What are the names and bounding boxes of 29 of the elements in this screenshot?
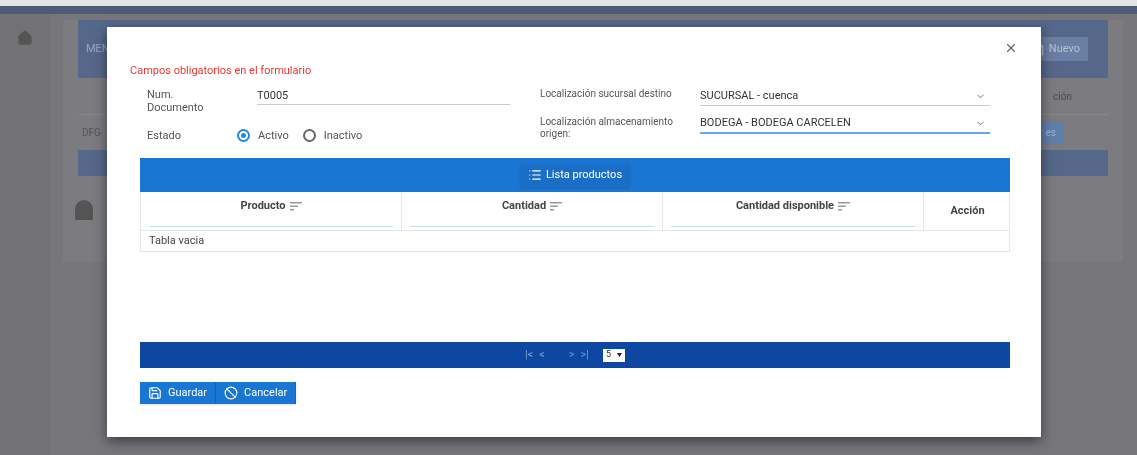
close-icon[interactable] <box>1004 41 1018 55</box>
field-label: Num. Documento <box>147 87 205 114</box>
empty-message: Tabla vacia <box>140 230 1010 252</box>
radio-option[interactable]: Activo <box>237 127 289 144</box>
field-label: Localización sucursal destino <box>540 87 673 101</box>
radio-option[interactable]: Inactivo <box>302 127 363 144</box>
field-label: Localización almacenamiento origen: <box>540 115 674 140</box>
sort-icon[interactable] <box>289 201 302 211</box>
column-header[interactable]: Producto <box>141 192 402 230</box>
rows-per-page-select[interactable]: 5 <box>603 348 626 362</box>
save-button[interactable]: Guardar <box>140 382 217 404</box>
sort-icon[interactable] <box>550 201 563 211</box>
column-header[interactable]: Cantidad <box>402 192 663 230</box>
save-icon <box>148 386 162 400</box>
list-products-button[interactable]: Lista productos <box>519 163 631 187</box>
sort-icon[interactable] <box>838 201 851 211</box>
cancel-button[interactable]: Cancelar <box>216 382 297 404</box>
field-label: Estado <box>147 127 182 144</box>
home-icon[interactable] <box>17 30 33 46</box>
column-header[interactable]: Acción <box>924 192 1011 230</box>
cancel-icon <box>224 386 239 400</box>
column-header[interactable]: Cantidad disponible <box>663 192 924 230</box>
required-note: Campos obligatorios en el formulario <box>130 63 313 79</box>
dropdown-arrow-icon <box>617 353 623 357</box>
document-number-field[interactable]: T0005 <box>257 87 510 105</box>
dropdown-field[interactable]: BODEGA - BODEGA CARCELEN <box>700 115 990 134</box>
dropdown-field[interactable]: SUCURSAL - cuenca <box>700 87 990 106</box>
logo-icon <box>73 200 95 222</box>
list-icon <box>527 168 542 182</box>
